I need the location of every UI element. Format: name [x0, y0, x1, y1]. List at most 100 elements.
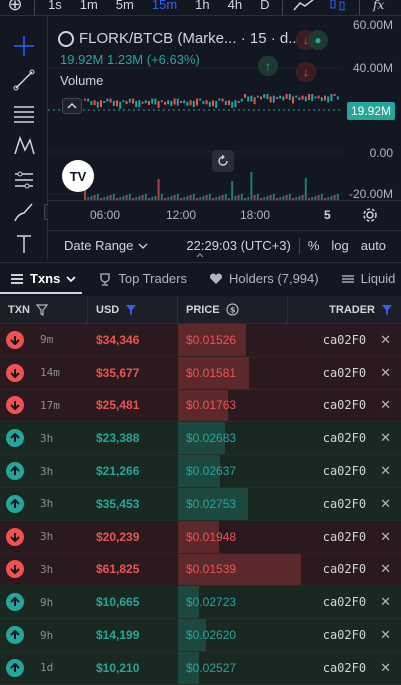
- close-icon[interactable]: ✕: [380, 561, 391, 577]
- header-trader[interactable]: TRADER: [288, 296, 401, 324]
- trader-link[interactable]: ca02F0: [323, 366, 366, 380]
- fib-retracement-icon[interactable]: [12, 102, 36, 126]
- close-icon[interactable]: ✕: [380, 430, 391, 446]
- txn-age: 3h: [40, 431, 54, 445]
- trend-line-icon[interactable]: [12, 68, 36, 92]
- tab-top-traders[interactable]: Top Traders: [98, 271, 187, 286]
- trader-link[interactable]: ca02F0: [323, 595, 366, 609]
- txn-age: 17m: [40, 398, 60, 412]
- table-row[interactable]: 3h $20,239 $0.01948 ca02F0 ✕: [0, 520, 401, 554]
- indicators-icon[interactable]: fx: [370, 0, 392, 12]
- trader-link[interactable]: ca02F0: [323, 431, 366, 445]
- prediction-tool-icon[interactable]: [12, 168, 36, 192]
- close-icon[interactable]: ✕: [380, 660, 391, 676]
- table-row[interactable]: 9h $14,199 $0.02620 ca02F0 ✕: [0, 619, 401, 652]
- toolbar-divider: [282, 0, 284, 15]
- add-plus-icon[interactable]: ⊕: [0, 0, 30, 15]
- trader-link[interactable]: ca02F0: [323, 333, 366, 347]
- close-icon[interactable]: ✕: [380, 627, 391, 643]
- chevron-down-icon[interactable]: [138, 243, 148, 249]
- cell-usd: $10,210: [96, 660, 140, 675]
- filter-icon[interactable]: [36, 303, 48, 316]
- tab-liquidity[interactable]: Liquid: [341, 271, 395, 286]
- candle: [320, 97, 323, 102]
- text-tool-icon[interactable]: [12, 232, 36, 256]
- symbol-logo-icon: [58, 30, 74, 47]
- table-row[interactable]: 3h $61,825 $0.01539 ca02F0 ✕: [0, 553, 401, 587]
- collapse-legend-button[interactable]: [62, 98, 82, 114]
- timeframe-1m[interactable]: 1m: [71, 0, 107, 12]
- trader-link[interactable]: ca02F0: [323, 530, 366, 544]
- tab-holders[interactable]: Holders (7,994): [209, 271, 319, 286]
- volume-fill-bar: [178, 553, 301, 586]
- candle: [93, 100, 96, 106]
- candle: [173, 98, 176, 105]
- header-usd[interactable]: USD: [88, 295, 178, 324]
- settings-gear-icon[interactable]: [362, 207, 378, 223]
- timeframe-1h[interactable]: 1h: [186, 0, 218, 12]
- candle: [109, 98, 112, 103]
- price-axis[interactable]: 60.00M 40.00M 0.00 -20.00M 19.92M: [343, 16, 401, 230]
- table-row[interactable]: 9m $34,346 $0.01526 ca02F0 ✕: [0, 324, 401, 357]
- table-row[interactable]: 3h $35,453 $0.02753 ca02F0 ✕: [0, 487, 401, 521]
- arrow-down-icon: [6, 330, 24, 349]
- pattern-tool-icon[interactable]: [12, 134, 36, 158]
- trader-link[interactable]: ca02F0: [323, 464, 366, 478]
- trader-link[interactable]: ca02F0: [323, 562, 366, 576]
- time-axis[interactable]: 06:00 12:00 18:00 5: [48, 200, 401, 230]
- crosshair-icon[interactable]: [12, 34, 36, 58]
- table-row[interactable]: 3h $23,388 $0.02683 ca02F0 ✕: [0, 422, 401, 456]
- candle: [103, 101, 106, 103]
- currency-toggle-icon[interactable]: $: [226, 303, 239, 316]
- header-txn[interactable]: TXN: [0, 295, 88, 324]
- filter-active-icon[interactable]: [125, 304, 137, 316]
- timeframe-1s[interactable]: 1s: [39, 0, 71, 12]
- header-trader-label: TRADER: [329, 303, 375, 316]
- timeframe-5m[interactable]: 5m: [107, 0, 143, 12]
- close-icon[interactable]: ✕: [380, 397, 391, 413]
- tab-txns[interactable]: Txns: [10, 271, 76, 286]
- trader-link[interactable]: ca02F0: [323, 497, 366, 511]
- close-icon[interactable]: ✕: [380, 463, 391, 479]
- table-row[interactable]: 1d $10,210 $0.02527 ca02F0 ✕: [0, 651, 401, 685]
- close-icon[interactable]: ✕: [380, 594, 391, 610]
- txn-age: 9h: [40, 595, 54, 609]
- reset-chart-button[interactable]: [212, 150, 234, 172]
- price-chart[interactable]: FLORK/BTCB (Marke... · 15 · d... 19.92M …: [48, 16, 401, 230]
- tradingview-logo[interactable]: TV: [62, 160, 94, 192]
- candle: [132, 98, 134, 104]
- cell-trader: ca02F0 ✕: [288, 627, 401, 643]
- symbol-title[interactable]: FLORK/BTCB (Marke... · 15 · d...: [79, 30, 301, 47]
- date-range-button[interactable]: Date Range: [64, 238, 133, 253]
- clock-timezone[interactable]: 22:29:03 (UTC+3): [186, 238, 290, 253]
- table-row[interactable]: 17m $25,481 $0.01763 ca02F0 ✕: [0, 389, 401, 423]
- table-row[interactable]: 3h $21,266 $0.02637 ca02F0 ✕: [0, 455, 401, 488]
- chart-type-line-icon[interactable]: [293, 0, 315, 12]
- close-icon[interactable]: ✕: [380, 529, 391, 545]
- table-row[interactable]: 9h $10,665 $0.02723 ca02F0 ✕: [0, 586, 401, 620]
- close-icon[interactable]: ✕: [380, 332, 391, 348]
- chart-type-candles-icon[interactable]: [327, 0, 349, 12]
- candle: [269, 96, 272, 103]
- cell-trader: ca02F0 ✕: [288, 529, 401, 545]
- filter-active-icon[interactable]: [381, 304, 393, 316]
- auto-scale-toggle[interactable]: auto: [361, 238, 386, 253]
- header-txn-label: TXN: [8, 303, 30, 316]
- table-row[interactable]: 14m $35,677 $0.01581 ca02F0 ✕: [0, 356, 401, 390]
- log-scale-toggle[interactable]: log: [331, 238, 348, 253]
- header-price[interactable]: PRICE $: [178, 295, 288, 324]
- timeframe-15m[interactable]: 15m: [143, 0, 186, 12]
- candle: [247, 96, 250, 102]
- trader-link[interactable]: ca02F0: [323, 398, 366, 412]
- trader-link[interactable]: ca02F0: [323, 628, 366, 642]
- trader-link[interactable]: ca02F0: [323, 661, 366, 675]
- brush-icon[interactable]: [12, 200, 36, 224]
- candle: [292, 96, 294, 104]
- percent-scale-toggle[interactable]: %: [308, 238, 320, 253]
- timeframe-d[interactable]: D: [251, 0, 278, 12]
- y-tick: -20.00M: [348, 187, 393, 201]
- timeframe-4h[interactable]: 4h: [219, 0, 251, 12]
- close-icon[interactable]: ✕: [380, 496, 391, 512]
- close-icon[interactable]: ✕: [380, 365, 391, 381]
- arrow-up-icon: [6, 462, 24, 481]
